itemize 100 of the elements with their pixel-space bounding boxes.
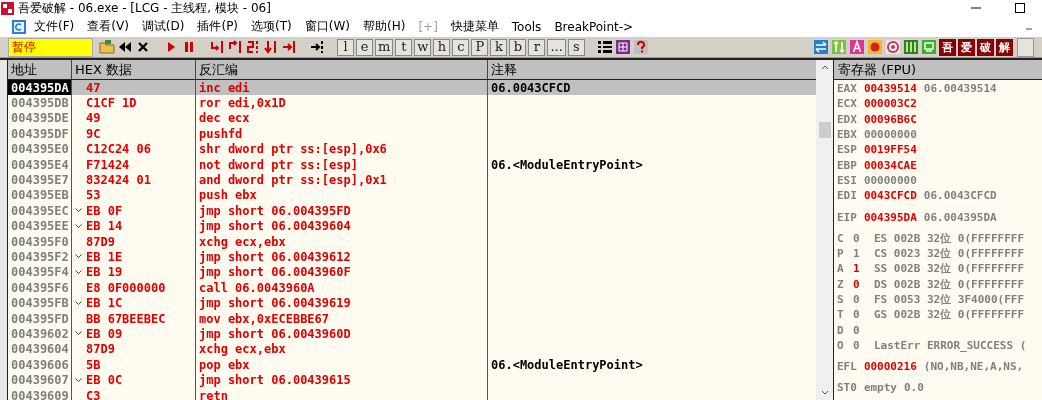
window-letter-button[interactable]: s [567,38,585,56]
menu-item[interactable]: 调试(D) [141,18,185,35]
scroll-up-icon[interactable] [820,64,829,70]
step-over-icon[interactable] [227,39,243,55]
disassembly-row[interactable]: 004395E4 F71424 not dword ptr ss:[esp] 06.<ModuleEntryPoint> [8,156,816,173]
trace-into-icon[interactable] [245,39,261,55]
register-value[interactable]: 000003C2 [863,97,917,111]
bars-icon[interactable] [903,39,919,55]
disassembly-row[interactable]: 004395E0 C12C24 06 shr dword ptr ss:[esp],0x6 [8,141,816,157]
register-value[interactable]: 00439514 [863,82,917,96]
disassembly-row[interactable]: 004395F4 EB 19 jmp short 06.0043960F [8,264,816,281]
register-value[interactable]: 1 [853,262,867,276]
register-value[interactable]: 0 [853,308,867,322]
swap-arrows-icon[interactable] [813,39,829,55]
window-letter-button[interactable]: m [375,38,394,56]
register-value[interactable]: 0 [853,277,867,291]
menu-item[interactable]: 窗口(W) [304,18,350,35]
window-icon[interactable] [921,39,937,55]
window-letter-button[interactable]: ... [547,38,566,56]
disassembly-row[interactable]: 004395EE EB 14 jmp short 06.00439604 [8,218,816,234]
record-icon[interactable] [867,39,883,55]
disassembly-row[interactable]: 004395E7 832424 01 and dword ptr ss:[esp],0x1 [8,172,816,188]
child-window-icon[interactable] [12,19,26,34]
disassembly-row[interactable]: 00439602 EB 09 jmp short 06.0043960D [8,326,816,342]
window-letter-button[interactable]: c [452,38,470,56]
help-icon[interactable] [632,39,649,55]
register-value[interactable]: 0 [853,338,867,352]
hex-bytes-text: EB 0F [86,203,123,218]
window-letter-button[interactable]: r [528,38,546,56]
disassembly-row[interactable]: 004395EB 53 push ebx [8,187,816,204]
disassembly-row[interactable]: 004395DF 9C pushfd [8,126,816,142]
register-value[interactable]: 00096B6C [863,112,917,126]
window-letter-button[interactable]: e [356,38,373,56]
register-value[interactable]: 004395DA [863,210,917,224]
plugin-button[interactable]: 破 [977,38,994,56]
menu-item[interactable]: 选项(T) [251,18,292,35]
window-letter-button[interactable]: t [395,38,413,56]
disassembly-row[interactable]: 00439606 5B pop ebx 06.<ModuleEntryPoint> [8,357,816,373]
hex-bytes-text: 53 [86,188,101,203]
register-value[interactable]: 00000216 [863,360,917,374]
register-value[interactable]: 1 [853,247,867,261]
step-into-icon[interactable] [209,39,225,55]
disassembly-row[interactable]: 004395FD BB 67BEEBEC mov ebx,0xECEBBE67 [8,310,816,327]
hex-bytes-text: EB 0C [86,373,123,388]
scroll-thumb[interactable] [818,122,831,138]
menu-item[interactable]: BreakPoint-> [554,19,634,34]
register-value[interactable]: 0019FF54 [863,143,917,157]
disassembly-row[interactable]: 004395F6 E8 0F000000 call 06.0043960A [8,280,816,296]
disassembly-row[interactable]: 004395FB EB 1C jmp short 06.00439619 [8,295,816,311]
window-letter-button[interactable]: P [471,38,489,56]
menu-item[interactable]: 帮助(H) [363,18,406,35]
register-value[interactable]: 0043CFCD [863,189,917,203]
register-value[interactable]: empty [863,381,897,395]
column-header[interactable]: 地址 [8,60,72,79]
menu-item[interactable]: 查看(V) [87,18,129,35]
address-text: 004395DF [11,126,69,141]
execute-till-return-icon[interactable] [281,39,297,55]
disassembly-row[interactable]: 004395DA 47 inc edi 06.0043CFCD [8,80,816,96]
register-value[interactable]: 0 [853,231,867,245]
window-letter-button[interactable]: l [337,38,354,56]
disassembly-row[interactable]: 004395F0 87D9 xchg ecx,ebx [8,233,816,250]
letter-a-icon[interactable] [849,39,865,55]
column-header[interactable]: 反汇编 [196,60,488,79]
list-icon[interactable] [596,39,613,55]
up-down-arrows-icon[interactable] [831,39,847,55]
menu-item[interactable]: 快捷菜单 [450,18,499,35]
window-letter-button[interactable]: w [414,38,432,56]
registers-header[interactable]: 寄存器 (FPU) [834,60,1042,80]
disassembly-row[interactable]: 004395EC EB 0F jmp short 06.004395FD [8,203,816,219]
register-value[interactable]: 0 [853,293,867,306]
instruction-text: jmp short 06.00439604 [199,219,351,234]
instruction-text: xchg ecx,ebx [199,234,286,249]
plugin-button[interactable]: 吾 [939,38,956,56]
disassembly-row[interactable]: 004395F2 EB 1E jmp short 06.00439612 [8,249,816,265]
trace-over-icon[interactable] [263,39,279,55]
register-value[interactable]: 00034CAE [863,158,917,172]
register-value[interactable]: 00000000 [863,128,917,142]
register-value[interactable]: 0 [853,323,867,337]
scroll-down-icon[interactable] [820,390,829,396]
menu-item[interactable]: 文件(F) [34,18,75,35]
disassembly-row[interactable]: 004395DB C1CF 1D ror edi,0x1D [8,95,816,111]
disassembly-row[interactable]: 004395DE 49 dec ecx [8,110,816,127]
disassembly-row[interactable]: 00439604 87D9 xchg ecx,ebx [8,341,816,358]
maximize-icon[interactable] [1014,2,1026,14]
window-letter-button[interactable]: b [509,38,527,56]
plugin-button[interactable]: 解 [996,38,1013,56]
plugin-button[interactable]: 爱 [958,38,975,56]
column-header[interactable]: HEX 数据 [72,60,196,79]
menu-item[interactable]: Tools [511,19,542,34]
rewind-icon[interactable] [117,39,133,55]
go-to-icon[interactable] [309,39,325,55]
grid-icon[interactable] [614,39,631,55]
register-value[interactable]: 00000000 [863,173,917,187]
column-header[interactable]: 注释 [488,60,816,79]
window-letter-button[interactable]: h [433,38,451,56]
menu-item[interactable]: 插件(P) [197,18,239,35]
window-letter-button[interactable]: k [490,38,508,56]
disassembly-row[interactable]: 00439607 EB 0C jmp short 06.00439615 [8,372,816,388]
disassembly-row[interactable]: 00439609 C3 retn [8,387,816,400]
target-icon[interactable] [885,39,901,55]
